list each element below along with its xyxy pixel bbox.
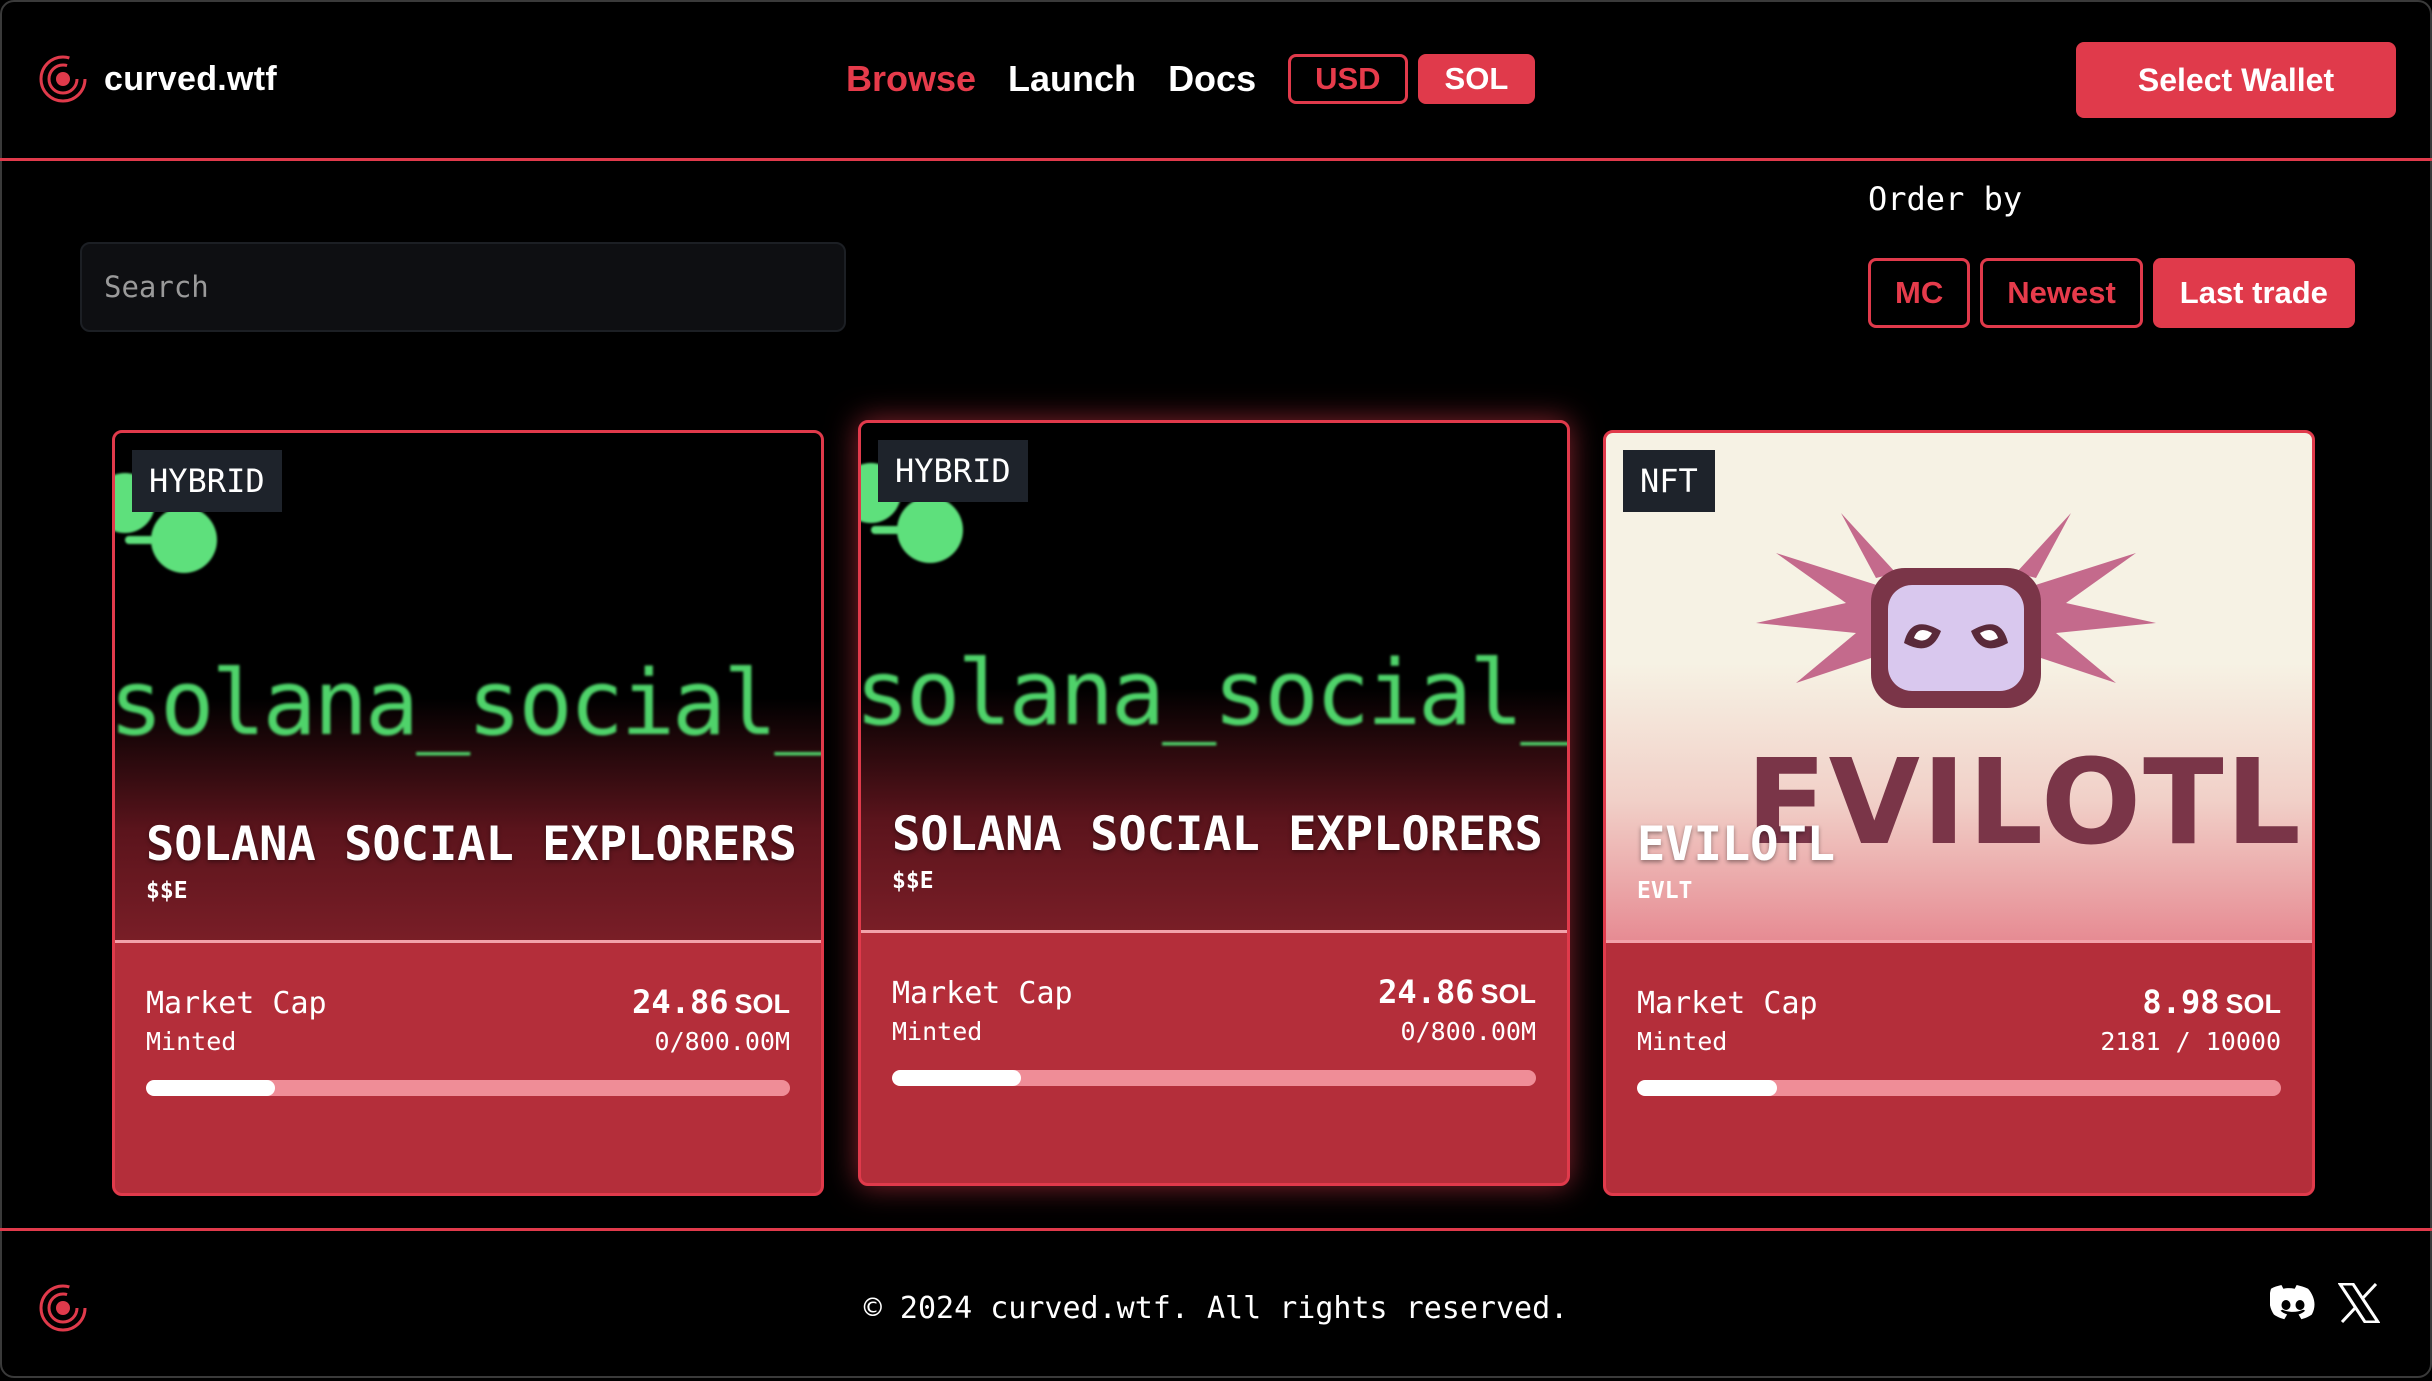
currency-usd-button[interactable]: USD: [1288, 54, 1408, 104]
mint-progress-fill: [146, 1080, 275, 1096]
currency-toggle: USD SOL: [1288, 54, 1536, 104]
x-icon[interactable]: [2338, 1283, 2380, 1323]
order-options: MC Newest Last trade: [1868, 258, 2355, 328]
mint-progress-fill: [892, 1070, 1021, 1086]
nav-browse[interactable]: Browse: [846, 58, 976, 100]
brand-name: curved.wtf: [104, 59, 278, 98]
minted-label: Minted: [892, 1017, 983, 1046]
token-type-badge: NFT: [1623, 450, 1715, 512]
token-name: SOLANA SOCIAL EXPLORERS: [146, 817, 797, 872]
token-type-badge: HYBRID: [132, 450, 282, 512]
market-cap-unit: SOL: [2225, 989, 2281, 1019]
token-card[interactable]: EVILOTL NFT EVILOTL EVLT Market Cap 8.98…: [1603, 430, 2315, 1196]
mint-progress-bar: [892, 1070, 1536, 1086]
mint-progress-fill: [1637, 1080, 1778, 1096]
main-nav: Browse Launch Docs USD SOL: [846, 54, 1536, 104]
mint-progress-bar: [146, 1080, 790, 1096]
token-ticker: EVLT: [1637, 878, 1693, 904]
curved-logo-icon: [39, 55, 87, 103]
search-input[interactable]: [80, 242, 846, 332]
market-cap-value: 24.86: [1378, 973, 1475, 1011]
market-cap-unit: SOL: [734, 989, 790, 1019]
token-stats: Market Cap 8.98 SOL Minted 2181 / 10000: [1637, 983, 2281, 1096]
token-stats: Market Cap 24.86 SOL Minted 0/800.00M: [146, 983, 790, 1096]
nav-docs[interactable]: Docs: [1168, 58, 1256, 100]
select-wallet-button[interactable]: Select Wallet: [2076, 42, 2396, 118]
token-name: EVILOTL: [1637, 817, 1836, 872]
cover-text: solana_social_e: [115, 651, 821, 756]
token-stats: Market Cap 24.86 SOL Minted 0/800.00M: [892, 973, 1536, 1086]
token-type-badge: HYBRID: [878, 440, 1028, 502]
order-last-trade-button[interactable]: Last trade: [2152, 258, 2355, 328]
minted-label: Minted: [146, 1027, 237, 1056]
market-cap-label: Market Cap: [1637, 986, 1818, 1021]
nav-launch[interactable]: Launch: [1008, 58, 1136, 100]
token-name: SOLANA SOCIAL EXPLORERS: [892, 807, 1543, 862]
copyright-text: © 2024 curved.wtf. All rights reserved.: [863, 1291, 1569, 1326]
axolotl-art-icon: [1756, 513, 2156, 708]
currency-sol-button[interactable]: SOL: [1417, 54, 1536, 104]
token-ticker: $$E: [146, 878, 188, 904]
order-by-label: Order by: [1868, 180, 2023, 218]
market-cap-value: 24.86: [632, 983, 729, 1021]
minted-value: 0/800.00M: [1400, 1017, 1536, 1046]
footer: © 2024 curved.wtf. All rights reserved.: [0, 1228, 2432, 1381]
token-card[interactable]: solana_social_e HYBRID SOLANA SOCIAL EXP…: [858, 420, 1570, 1186]
top-header: curved.wtf Browse Launch Docs USD SOL Se…: [0, 0, 2432, 161]
order-mc-button[interactable]: MC: [1868, 258, 1971, 328]
market-cap-label: Market Cap: [892, 976, 1073, 1011]
market-cap-label: Market Cap: [146, 986, 327, 1021]
cover-text: solana_social_e: [861, 641, 1567, 746]
cover-dot: [151, 507, 217, 573]
social-links: [2270, 1283, 2380, 1323]
market-cap-unit: SOL: [1480, 979, 1536, 1009]
minted-value: 0/800.00M: [654, 1027, 790, 1056]
minted-label: Minted: [1637, 1027, 1728, 1056]
minted-value: 2181 / 10000: [2100, 1027, 2281, 1056]
cover-dot: [897, 497, 963, 563]
token-ticker: $$E: [892, 868, 934, 894]
market-cap-value: 8.98: [2142, 983, 2220, 1021]
order-newest-button[interactable]: Newest: [1980, 258, 2143, 328]
discord-icon[interactable]: [2270, 1285, 2316, 1321]
mint-progress-bar: [1637, 1080, 2281, 1096]
brand[interactable]: curved.wtf: [38, 54, 277, 104]
token-card[interactable]: solana_social_e HYBRID SOLANA SOCIAL EXP…: [112, 430, 824, 1196]
